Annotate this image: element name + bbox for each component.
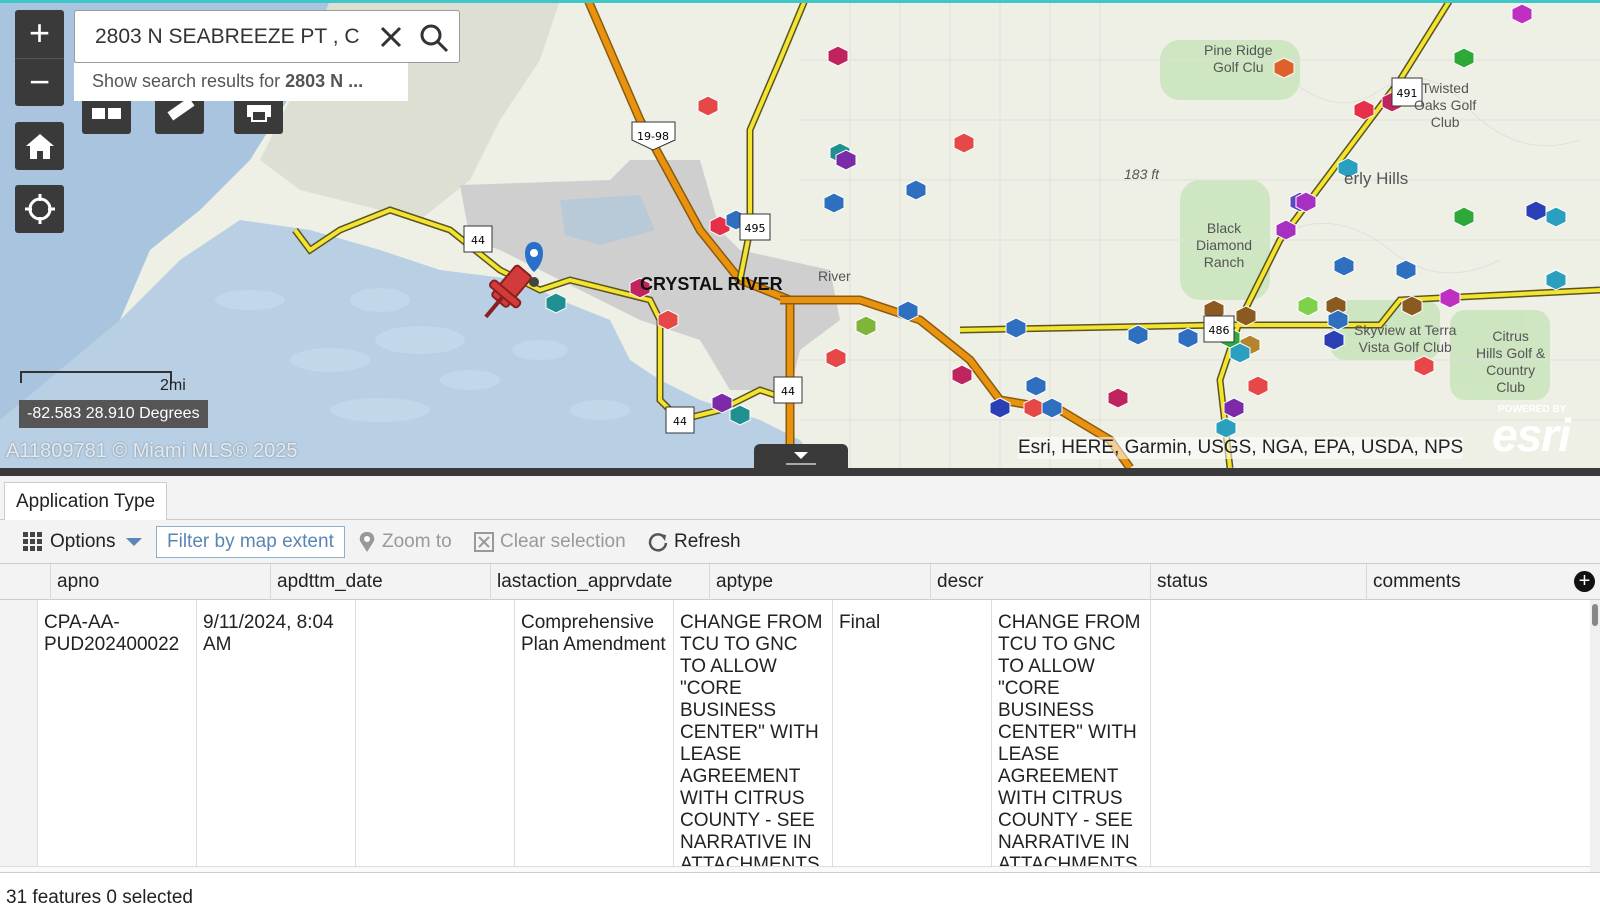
locate-button[interactable] [15,185,64,233]
cell-empty [1150,600,1590,872]
column-header-lastaction-apprvdate[interactable]: lastaction_apprvdate [490,564,709,600]
clear-selection-icon [474,532,494,552]
coordinate-readout: -82.583 28.910 Degrees [19,400,208,428]
caret-down-icon [126,538,143,546]
row-selector[interactable] [0,600,38,872]
suggestion-term: 2803 N ... [285,71,364,91]
column-header-comments[interactable]: comments [1366,564,1566,600]
map-label-pine-ridge: Pine Ridge Golf Clu [1204,42,1273,75]
clear-selection-label: Clear selection [500,531,626,552]
scale-label: 2mi [160,377,186,394]
table-scrollbar[interactable] [1590,600,1600,872]
scroll-thumb[interactable] [1592,604,1598,626]
column-header-status[interactable]: status [1150,564,1366,600]
close-icon[interactable] [377,23,405,51]
chevron-down-icon [786,452,816,465]
column-header-descr[interactable]: descr [930,564,1150,600]
cell-descr: CHANGE FROM TCU TO GNC TO ALLOW "CORE BU… [673,600,832,872]
options-label: Options [50,531,116,552]
map-label-citrus-hills: Citrus Hills Golf & Country Club [1476,328,1546,395]
table-body: CPA-AA-PUD202400022 9/11/2024, 8:04 AM C… [0,600,1590,872]
home-button[interactable] [15,122,64,170]
cell-status: Final [832,600,991,872]
refresh-label: Refresh [674,531,741,552]
column-header-apno[interactable]: apno [50,564,270,600]
map-label-skyview: Skyview at Terra Vista Golf Club [1354,322,1457,355]
collapse-panel-button[interactable] [754,444,848,468]
cell-comments: CHANGE FROM TCU TO GNC TO ALLOW "CORE BU… [991,600,1150,872]
crosshair-icon [24,194,55,224]
zoom-control: + − [15,10,64,106]
refresh-icon [648,533,668,552]
clear-selection-button[interactable]: Clear selection [474,526,626,558]
search-suggestion[interactable]: Show search results for 2803 N ... [74,63,408,101]
map-attribution: Esri, HERE, Garmin, USGS, NGA, EPA, USDA… [1018,437,1464,459]
cell-lastaction-apprvdate [355,600,514,872]
table-status: 31 features 0 selected [0,872,1600,921]
map-label-river: River [818,268,851,284]
map-pin-icon [359,532,375,552]
search-input[interactable]: 2803 N SEABREEZE PT , C [95,25,367,49]
tab-bar: Application Type [0,476,1600,521]
watermark: A11809781 © Miami MLS® 2025 [6,440,298,462]
search-box: 2803 N SEABREEZE PT , C [74,10,460,63]
grid-menu-icon [23,532,42,551]
scale-bar [20,371,172,383]
cell-aptype: Comprehensive Plan Amendment [514,600,673,872]
refresh-button[interactable]: Refresh [648,526,741,558]
map-label-twisted-oaks: Twisted Oaks Golf Club [1414,80,1477,130]
table-toolbar: Options Filter by map extent Zoom to Cle… [0,520,1600,564]
grid-icon [91,108,121,119]
column-header-aptype[interactable]: aptype [709,564,930,600]
zoom-to-button[interactable]: Zoom to [358,526,452,558]
add-column-button[interactable]: + [1574,571,1595,592]
home-icon [25,134,54,159]
suggestion-prefix: Show search results for [92,71,286,91]
options-menu-button[interactable]: Options [22,526,151,558]
zoom-to-label: Zoom to [382,531,452,552]
cell-apdttm-date: 9/11/2024, 8:04 AM [196,600,355,872]
city-label: CRYSTAL RIVER [640,274,783,294]
map-label-black-diamond: Black Diamond Ranch [1196,220,1253,270]
panel-divider[interactable] [0,468,1600,476]
map-label-beverly-hills: erly Hills [1344,169,1409,188]
tab-application-type[interactable]: Application Type [4,482,168,521]
attribute-table-panel: Application Type Options Filter by map e… [0,468,1600,921]
ruler-icon [166,98,195,121]
map-label-elevation: 183 ft [1124,166,1160,182]
table-header: apno apdttm_date lastaction_apprvdate ap… [0,564,1600,600]
map-view[interactable]: 19-98 44 495 44 44 491 486 Pine Ridge Gol… [0,0,1600,468]
search-icon[interactable] [419,23,449,53]
filter-by-map-extent-button[interactable]: Filter by map extent [156,526,345,558]
zoom-in-button[interactable]: + [15,10,64,58]
cell-apno: CPA-AA-PUD202400022 [37,600,196,872]
zoom-out-button[interactable]: − [15,58,64,106]
column-header-apdttm-date[interactable]: apdttm_date [270,564,490,600]
esri-logo: esri [1492,409,1571,461]
table-row[interactable]: CPA-AA-PUD202400022 9/11/2024, 8:04 AM C… [0,600,1590,872]
